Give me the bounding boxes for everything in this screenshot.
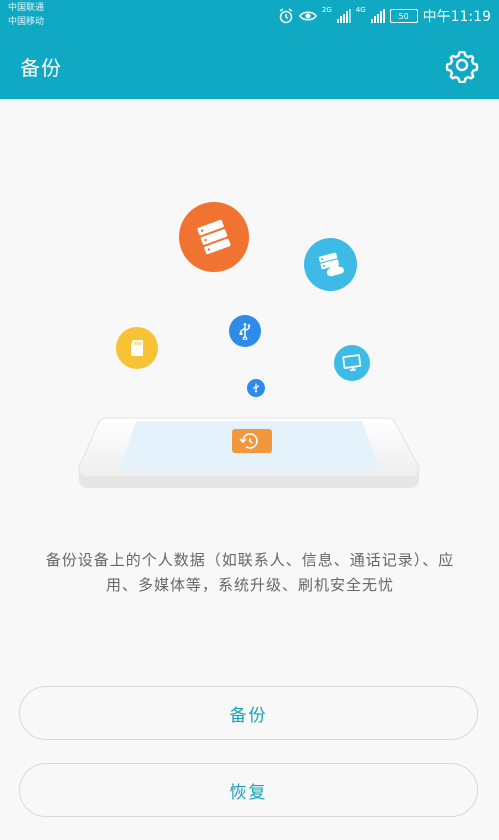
monitor-icon: [334, 345, 370, 381]
signal-icon-2: [370, 9, 385, 23]
network-type-1: 2G: [321, 6, 332, 14]
usb-icon: [229, 315, 261, 347]
status-bar: 中国联通 中国移动 2G 4G 50 中午11:19: [0, 0, 499, 33]
usb-small-icon: [247, 379, 265, 397]
signal-icon-1: [336, 9, 351, 23]
status-icons: 2G 4G 50 中午11:19: [278, 6, 491, 25]
alarm-icon: [279, 8, 293, 24]
battery-icon: 50: [389, 9, 418, 23]
gear-icon[interactable]: [444, 47, 480, 83]
carrier-label-1: 中国联通: [8, 3, 45, 13]
page-title: 备份: [20, 56, 62, 80]
restore-button[interactable]: 恢复: [19, 763, 478, 817]
cloud-server-icon: [304, 238, 357, 291]
backup-illustration: [0, 195, 499, 495]
carrier-label-2: 中国移动: [8, 17, 45, 27]
server-icon: [179, 202, 249, 272]
description-text: 备份设备上的个人数据（如联系人、信息、通话记录）、应用、多媒体等，系统升级、刷机…: [45, 551, 455, 594]
phone-backup-icon: [78, 417, 420, 488]
sd-card-icon: [116, 327, 158, 369]
app-bar: 备份: [0, 33, 499, 99]
network-type-2: 4G: [355, 6, 366, 14]
eye-icon: [298, 11, 317, 21]
backup-button[interactable]: 备份: [19, 686, 478, 740]
clock: 中午11:19: [422, 9, 491, 25]
